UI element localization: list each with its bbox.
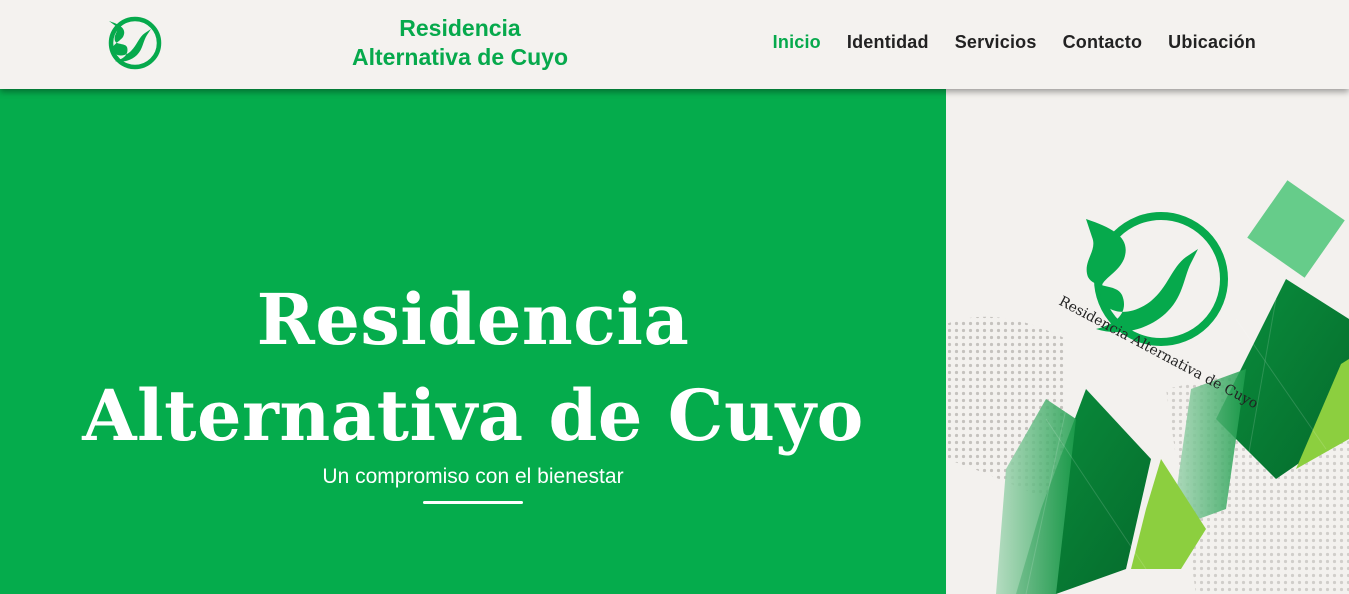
nav-item-ubicacion[interactable]: Ubicación [1168, 32, 1256, 53]
hero-section: Residencia Alternativa de Cuyo Un compro… [0, 89, 946, 594]
brand-name[interactable]: Residencia Alternativa de Cuyo [300, 14, 620, 72]
hero-title-line2: Alternativa de Cuyo [82, 374, 864, 457]
hero-subtitle: Un compromiso con el bienestar [322, 465, 624, 488]
bird-circle-logo-icon[interactable] [103, 15, 163, 71]
nav-item-contacto[interactable]: Contacto [1063, 32, 1143, 53]
hero-art-panel: Residencia Alternativa de Cuyo [946, 89, 1349, 594]
brand-line2: Alternativa de Cuyo [352, 44, 568, 70]
brand-line1: Residencia [399, 15, 521, 41]
main-nav: Inicio Identidad Servicios Contacto Ubic… [747, 32, 1256, 53]
nav-item-identidad[interactable]: Identidad [847, 32, 929, 53]
hero-title: Residencia Alternativa de Cuyo [0, 272, 946, 464]
decorative-art: Residencia Alternativa de Cuyo [946, 180, 1349, 594]
site-header: Residencia Alternativa de Cuyo Inicio Id… [0, 0, 1349, 89]
hero-divider [423, 501, 523, 504]
nav-item-servicios[interactable]: Servicios [955, 32, 1037, 53]
hero-title-line1: Residencia [256, 278, 690, 361]
nav-item-inicio[interactable]: Inicio [773, 32, 821, 53]
